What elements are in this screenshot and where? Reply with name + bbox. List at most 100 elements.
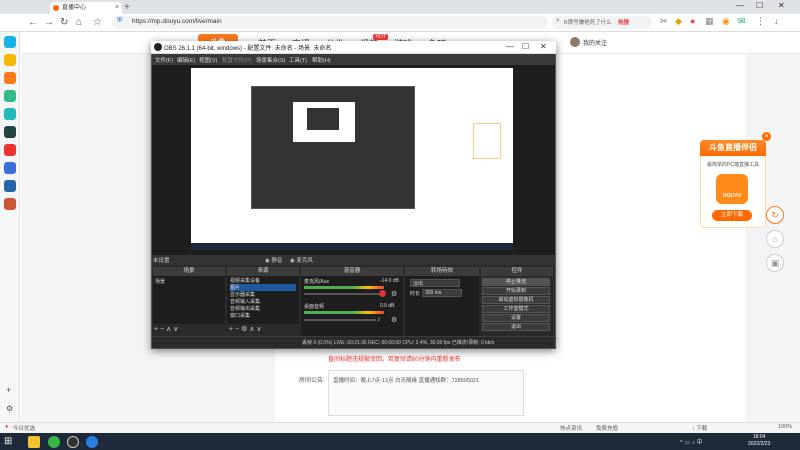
minimize-icon[interactable]: — (736, 1, 744, 10)
transition-select[interactable]: 淡出 (410, 279, 460, 287)
float-gallery-icon[interactable]: ▣ (766, 254, 784, 272)
sidebar-add-icon[interactable]: + (6, 385, 11, 395)
reload-icon[interactable]: ↻ (60, 17, 68, 28)
notice-text[interactable]: 直播时间：晚上7点-12点 白天随缘 直播通知群：728505021 (333, 376, 479, 384)
file-explorer-icon[interactable] (28, 436, 40, 448)
scenes-header: 场景 (153, 267, 225, 276)
mixer-volume-slider[interactable] (304, 293, 384, 295)
sidebar-chat-icon[interactable] (4, 90, 16, 102)
browser-taskbar-icon[interactable] (48, 436, 60, 448)
mail-icon[interactable]: ✉ (738, 16, 746, 27)
obs-mode-bar (152, 255, 555, 265)
obs-menu-file[interactable]: 文件(F) (155, 56, 173, 64)
obs-menu-help[interactable]: 帮助(H) (312, 56, 331, 64)
avatar[interactable] (570, 37, 580, 47)
search-placeholder[interactable]: B牌号嫌他死了什么 (564, 18, 612, 26)
scissors-icon[interactable]: ✂ (660, 16, 668, 27)
promo-download-button[interactable]: 立即下载 (712, 210, 752, 221)
source-controls[interactable]: + − ⚙ ∧ ∨ (229, 325, 261, 335)
sidebar-tool-icon[interactable] (4, 126, 16, 138)
statusbar-item[interactable]: 热点资讯 (560, 424, 582, 432)
game-icon[interactable]: ◉ (722, 16, 730, 27)
address-url[interactable]: https://mp.douyu.com/live/main (132, 18, 222, 25)
obs-menu-view[interactable]: 视图(V) (199, 56, 217, 64)
mixer-gear-icon[interactable]: ⚙ (391, 316, 397, 324)
sidebar-wechat-icon[interactable] (4, 108, 16, 120)
search-icon: ⌕ (556, 17, 560, 24)
sidebar-shop-icon[interactable] (4, 198, 16, 210)
sidebar-doc-icon[interactable] (4, 162, 16, 174)
mixer-gear-icon[interactable]: ⚙ (391, 290, 397, 298)
mixer-track-db: -14.0 dB (380, 278, 399, 284)
sidebar-notes-icon[interactable] (4, 180, 16, 192)
tab-close-icon[interactable]: × (115, 2, 119, 14)
user-follow-link[interactable]: 我的关注 (583, 38, 607, 47)
grid-icon[interactable]: ▦ (705, 16, 714, 27)
maximize-icon[interactable]: ☐ (756, 1, 763, 10)
statusbar-left[interactable]: 今日优选 (13, 424, 35, 432)
statusbar-item[interactable]: 免费充值 (596, 424, 618, 432)
studio-mode-button[interactable]: 工作室模式 (482, 305, 550, 313)
mixer-header: 混音器 (301, 267, 403, 276)
promo-logo-text: DOUYU (722, 193, 742, 199)
obs-maximize-icon[interactable]: ☐ (522, 42, 529, 51)
scene-item[interactable]: 场景 (155, 278, 165, 285)
source-item[interactable]: 音频输出采集 (230, 305, 260, 312)
obs-menu-profile[interactable]: 配置文件(P) (222, 56, 251, 64)
obs-menu-tools[interactable]: 工具(T) (289, 56, 307, 64)
transitions-header: 转场特效 (405, 267, 479, 276)
promo-close-icon[interactable]: × (762, 132, 771, 141)
obs-status-text: 丢帧 0 (0.0%) LIVE: 00:21:36 REC: 00:00:00… (302, 340, 495, 346)
menu-icon[interactable]: ⋮ (756, 16, 765, 27)
promo-title: 斗鱼直播伴侣 (700, 140, 766, 156)
windows-start-icon[interactable]: ⊞ (4, 436, 12, 447)
app-taskbar-icon[interactable] (86, 436, 98, 448)
exit-button[interactable]: 退出 (482, 323, 550, 331)
search-hot-label: 热搜 (618, 20, 630, 26)
download-icon[interactable]: ↓ (774, 16, 779, 26)
obs-menu-edit[interactable]: 编辑(E) (177, 56, 195, 64)
source-item[interactable]: 视频采集设备 (230, 277, 260, 284)
back-icon[interactable]: ← (28, 17, 38, 28)
close-icon[interactable]: ✕ (778, 1, 785, 10)
source-item[interactable]: 音频输入采集 (230, 298, 260, 305)
duration-input[interactable]: 300 ms (422, 289, 462, 297)
forward-icon[interactable]: → (44, 17, 54, 28)
statusbar-left-icon: ● (5, 424, 9, 430)
float-refresh-icon[interactable]: ↻ (766, 206, 784, 224)
sidebar-star-icon[interactable] (4, 54, 16, 66)
obs-minimize-icon[interactable]: — (506, 42, 514, 51)
obs-taskbar-icon[interactable] (67, 436, 79, 448)
mixer-mute-icon[interactable] (379, 290, 386, 297)
virtual-camera-button[interactable]: 启动虚拟摄像机 (482, 296, 550, 304)
obs-mic-toggle[interactable]: ◉ 麦克风 (290, 256, 313, 264)
statusbar-item[interactable]: ↓ 下载 (692, 424, 707, 432)
sidebar-settings-icon[interactable]: ⚙ (6, 404, 13, 413)
source-item[interactable]: 图片 (230, 284, 296, 291)
mixer-volume-slider[interactable] (304, 319, 376, 321)
app-icon[interactable]: ● (690, 16, 695, 26)
sidebar-app-icon[interactable] (4, 36, 16, 48)
stop-streaming-button[interactable]: 停止推流 (482, 278, 550, 286)
float-home-icon[interactable]: ⌂ (766, 230, 784, 248)
extension-icon[interactable]: ◆ (675, 16, 682, 27)
browser-tab[interactable]: 直播中心 × (50, 2, 122, 14)
sidebar-game-icon[interactable] (4, 72, 16, 84)
start-recording-button[interactable]: 开始录制 (482, 287, 550, 295)
bookmark-star-icon[interactable]: ☆ (93, 17, 102, 28)
sidebar-mail-icon[interactable] (4, 144, 16, 156)
home-icon[interactable]: ⌂ (76, 17, 82, 28)
obs-title: OBS 26.1.1 (64-bit, windows) - 配置文件: 未命名… (164, 46, 332, 52)
obs-close-icon[interactable]: ✕ (540, 42, 547, 51)
statusbar-zoom[interactable]: 100% (778, 424, 792, 430)
taskbar-clock[interactable]: 18:04 2022/2/23 (748, 434, 770, 448)
obs-mute-toggle[interactable]: ◉ 静音 (265, 256, 282, 264)
source-item[interactable]: 显示器采集 (230, 291, 255, 298)
tray-icons[interactable]: ^ ▭ ♪ 中 (680, 437, 703, 446)
settings-button[interactable]: 设置 (482, 314, 550, 322)
source-item[interactable]: 窗口采集 (230, 312, 250, 319)
speaker-icon[interactable]: ♪ (377, 316, 381, 323)
scene-controls[interactable]: + − ∧ ∨ (154, 325, 178, 335)
obs-menu-scene-collection[interactable]: 场景集合(S) (256, 56, 285, 64)
new-tab-button[interactable]: + (124, 2, 130, 13)
